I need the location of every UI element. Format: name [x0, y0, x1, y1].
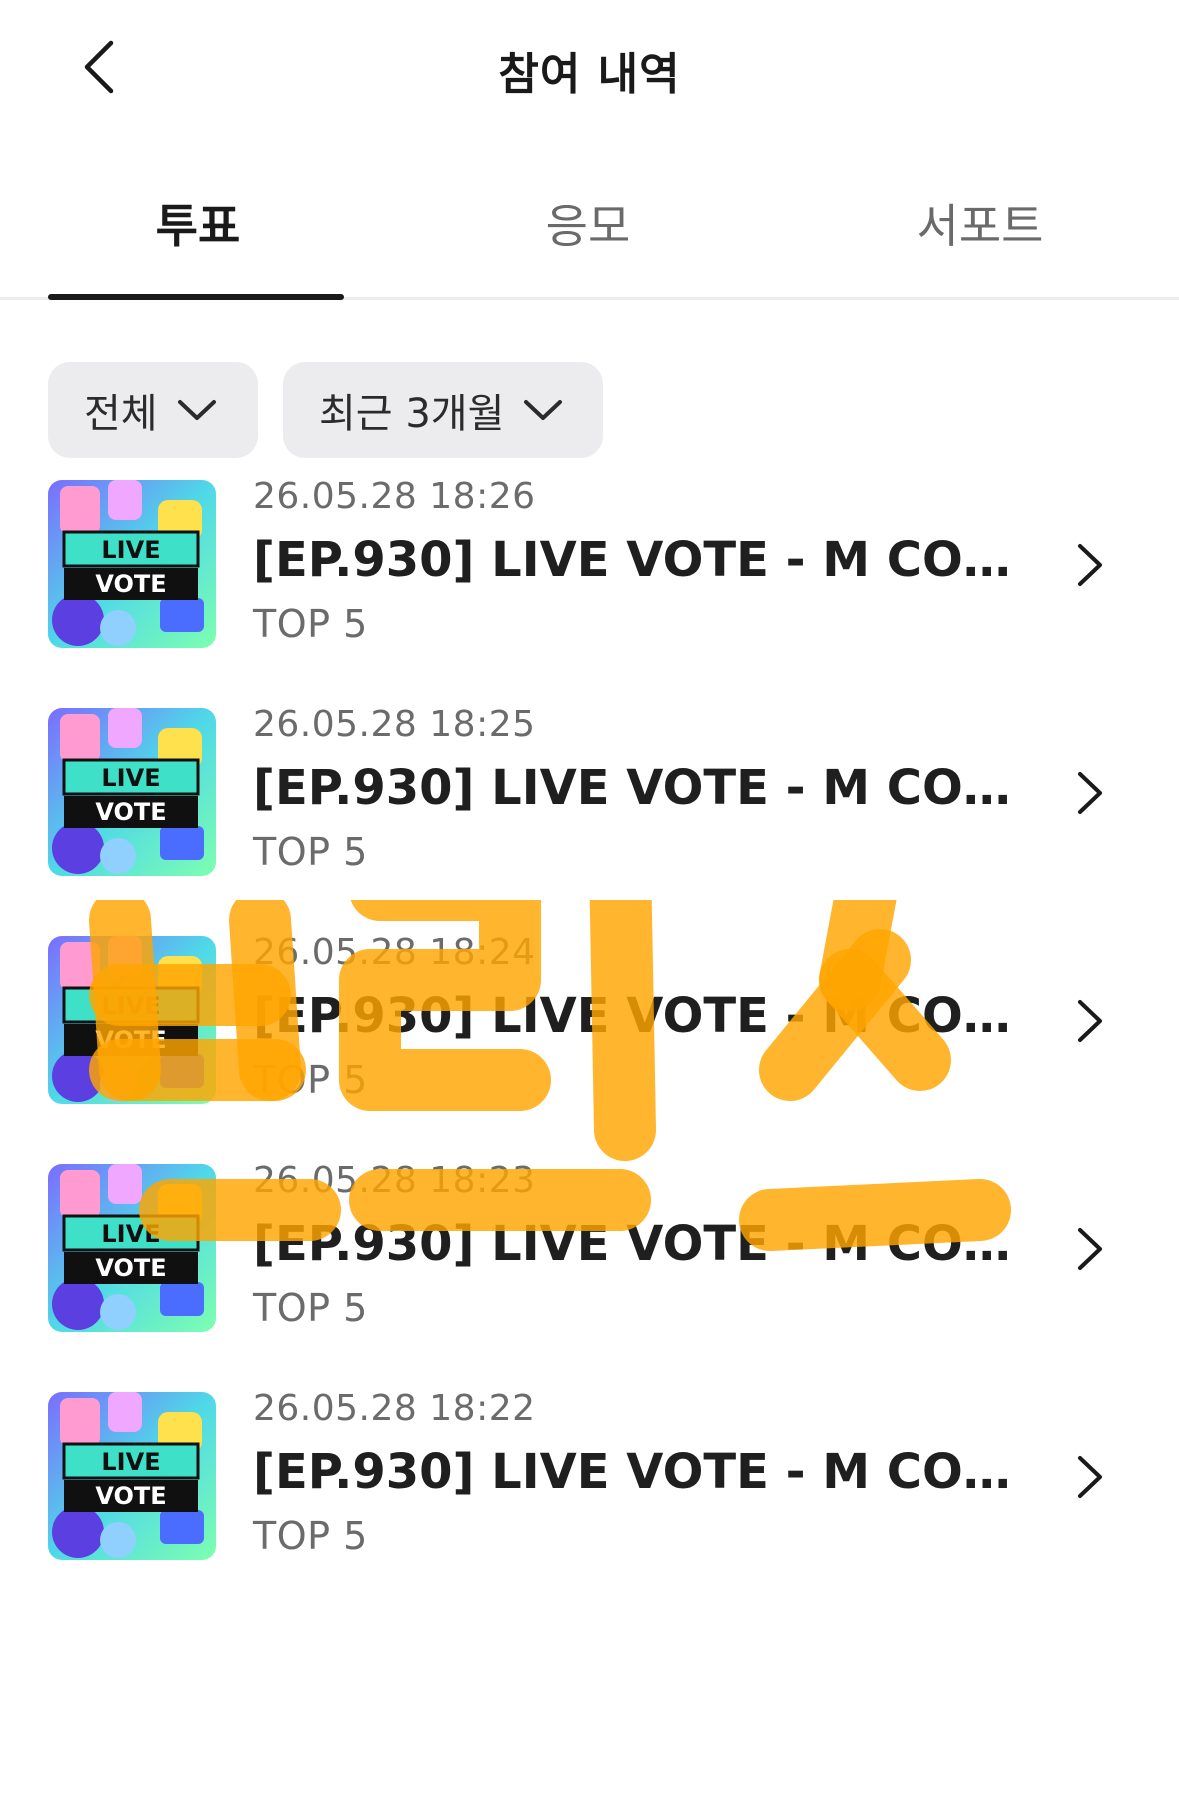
chevron-right-icon	[1078, 544, 1102, 586]
vote-date: 26.05.28 18:25	[253, 704, 536, 745]
live-vote-thumbnail: LIVE VOTE	[48, 936, 216, 1104]
vote-rank: TOP 5	[253, 1514, 368, 1558]
thumb-text-live: LIVE	[101, 1448, 160, 1476]
tab-bar: 투표 응모 서포트	[0, 140, 1179, 300]
participation-history-page: 참여 내역 투표 응모 서포트 전체 최근 3개월 LIVE VOTE 26.0…	[0, 0, 1179, 1814]
vote-title: [EP.930] LIVE VOTE - M COUNTDOWN	[253, 532, 1013, 588]
live-vote-thumbnail: LIVE VOTE	[48, 1164, 216, 1332]
thumb-text-vote: VOTE	[95, 1482, 166, 1510]
vote-rank: TOP 5	[253, 830, 368, 874]
chevron-right-icon	[1078, 1000, 1102, 1042]
chevron-down-icon	[177, 400, 216, 420]
thumb-text-vote: VOTE	[95, 798, 166, 826]
vote-title: [EP.930] LIVE VOTE - M COUNTDOWN	[253, 1444, 1013, 1500]
live-vote-thumbnail: LIVE VOTE	[48, 480, 216, 648]
tab-vote[interactable]: 투표	[48, 190, 348, 256]
thumb-text-vote: VOTE	[95, 1026, 166, 1054]
vote-date: 26.05.28 18:23	[253, 1160, 536, 1201]
thumb-text-live: LIVE	[101, 1220, 160, 1248]
filter-period-label: 최근 3개월	[319, 391, 505, 437]
thumb-text-live: LIVE	[101, 536, 160, 564]
chevron-right-icon	[1078, 1456, 1102, 1498]
vote-date: 26.05.28 18:22	[253, 1388, 536, 1429]
list-item[interactable]: LIVE VOTE 26.05.28 18:26 [EP.930] LIVE V…	[0, 476, 1179, 680]
vote-rank: TOP 5	[253, 1058, 368, 1102]
filter-category-label: 전체	[84, 391, 158, 437]
chevron-right-icon	[1078, 1228, 1102, 1270]
list-item[interactable]: LIVE VOTE 26.05.28 18:22 [EP.930] LIVE V…	[0, 1388, 1179, 1592]
header: 참여 내역	[0, 0, 1179, 140]
tab-entry[interactable]: 응모	[438, 190, 738, 256]
tab-support[interactable]: 서포트	[830, 190, 1130, 256]
filter-period-dropdown[interactable]: 최근 3개월	[283, 362, 603, 458]
thumb-text-live: LIVE	[101, 992, 160, 1020]
vote-rank: TOP 5	[253, 1286, 368, 1330]
vote-date: 26.05.28 18:26	[253, 476, 536, 517]
list-item[interactable]: LIVE VOTE 26.05.28 18:24 [EP.930] LIVE V…	[0, 932, 1179, 1136]
thumb-text-vote: VOTE	[95, 1254, 166, 1282]
vote-title: [EP.930] LIVE VOTE - M COUNTDOWN	[253, 760, 1013, 816]
page-title: 참여 내역	[498, 49, 681, 100]
vote-date: 26.05.28 18:24	[253, 932, 536, 973]
chevron-down-icon	[524, 400, 563, 420]
thumb-text-vote: VOTE	[95, 570, 166, 598]
vote-title: [EP.930] LIVE VOTE - M COUNTDOWN	[253, 1216, 1013, 1272]
list-item[interactable]: LIVE VOTE 26.05.28 18:23 [EP.930] LIVE V…	[0, 1160, 1179, 1364]
filter-bar: 전체 최근 3개월	[0, 300, 1179, 480]
live-vote-thumbnail: LIVE VOTE	[48, 708, 216, 876]
filter-category-dropdown[interactable]: 전체	[48, 362, 258, 458]
thumb-text-live: LIVE	[101, 764, 160, 792]
vote-title: [EP.930] LIVE VOTE - M COUNTDOWN	[253, 988, 1013, 1044]
list-item[interactable]: LIVE VOTE 26.05.28 18:25 [EP.930] LIVE V…	[0, 704, 1179, 908]
vote-rank: TOP 5	[253, 602, 368, 646]
live-vote-thumbnail: LIVE VOTE	[48, 1392, 216, 1560]
chevron-right-icon	[1078, 772, 1102, 814]
